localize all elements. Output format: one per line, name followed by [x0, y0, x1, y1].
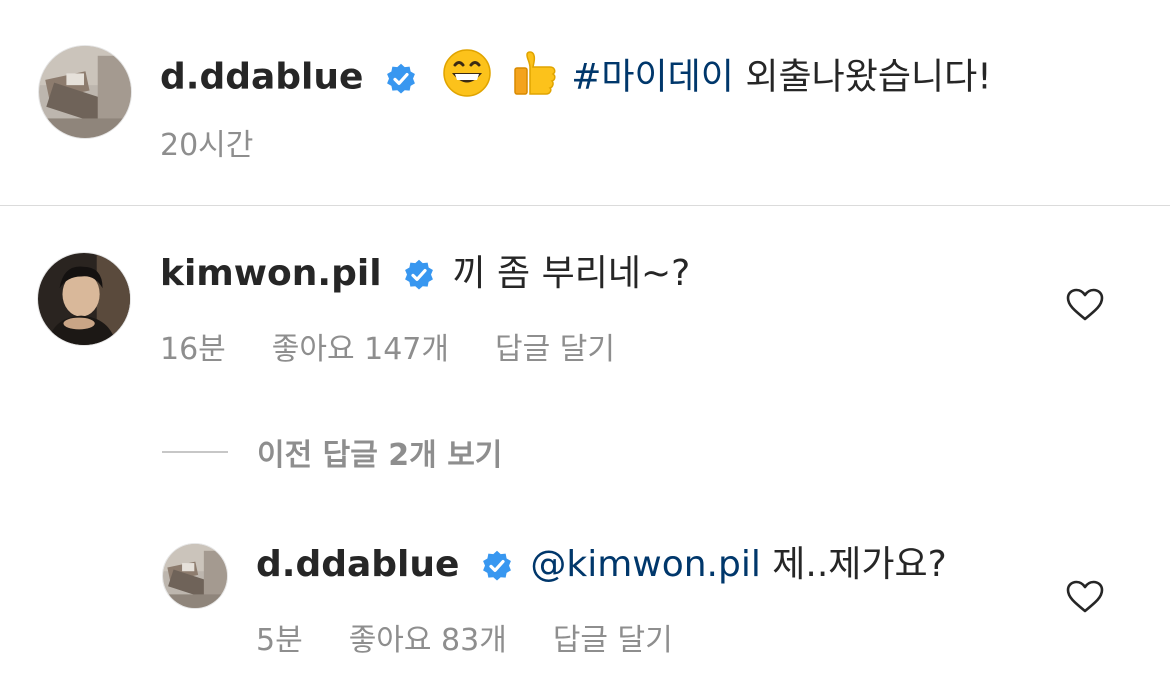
- reply-reply-button[interactable]: 답글 달기: [553, 623, 673, 658]
- caption-row: d.ddablue #마이데이 외출나왔습니다!: [160, 48, 992, 109]
- caption-username[interactable]: d.ddablue: [160, 57, 363, 98]
- caption-meta: 20시간: [160, 120, 299, 164]
- view-replies-button[interactable]: 이전 답글 2개 보기: [162, 430, 502, 474]
- avatar[interactable]: [38, 45, 132, 139]
- reply-username[interactable]: d.ddablue: [256, 544, 459, 585]
- caption-text: 외출나왔습니다!: [733, 56, 992, 98]
- divider: [0, 205, 1170, 206]
- comment-text: 끼 좀 부리네~?: [452, 253, 691, 294]
- heart-icon[interactable]: [1066, 288, 1104, 322]
- avatar-image-icon: [38, 253, 130, 345]
- replies-rule: [162, 451, 228, 453]
- comment-meta: 16분 좋아요 147개 답글 달기: [160, 324, 661, 368]
- comment-likes[interactable]: 좋아요 147개: [272, 332, 449, 367]
- comment-reply-button[interactable]: 답글 달기: [495, 332, 615, 367]
- reply-meta: 5분 좋아요 83개 답글 달기: [256, 615, 719, 659]
- caption-time: 20시간: [160, 128, 254, 163]
- comment-row: kimwon.pil 끼 좀 부리네~?: [160, 252, 690, 296]
- avatar-image-icon: [39, 46, 131, 138]
- grinning-face-emoji-icon: [442, 48, 492, 109]
- avatar[interactable]: [37, 252, 131, 346]
- avatar-image-icon: [163, 544, 227, 608]
- hashtag-link[interactable]: #마이데이: [571, 57, 734, 98]
- mention-link[interactable]: @kimwon.pil: [530, 544, 761, 585]
- verified-badge-icon: [403, 259, 435, 291]
- reply-row: d.ddablue @kimwon.pil 제..제가요?: [256, 543, 947, 587]
- verified-badge-icon: [385, 63, 417, 95]
- comments-page: d.ddablue #마이데이 외출나왔습니다! 20시간 kimwon.pil…: [0, 0, 1170, 691]
- reply-likes[interactable]: 좋아요 83개: [349, 623, 507, 658]
- comment-username[interactable]: kimwon.pil: [160, 253, 382, 294]
- verified-badge-icon: [481, 550, 513, 582]
- view-replies-label: 이전 답글 2개 보기: [257, 438, 503, 473]
- thumbs-up-emoji-icon: [510, 48, 560, 109]
- comment-time: 16분: [160, 332, 226, 367]
- avatar[interactable]: [162, 543, 228, 609]
- reply-time: 5분: [256, 623, 303, 658]
- reply-text: 제..제가요?: [760, 544, 947, 585]
- heart-icon[interactable]: [1066, 580, 1104, 614]
